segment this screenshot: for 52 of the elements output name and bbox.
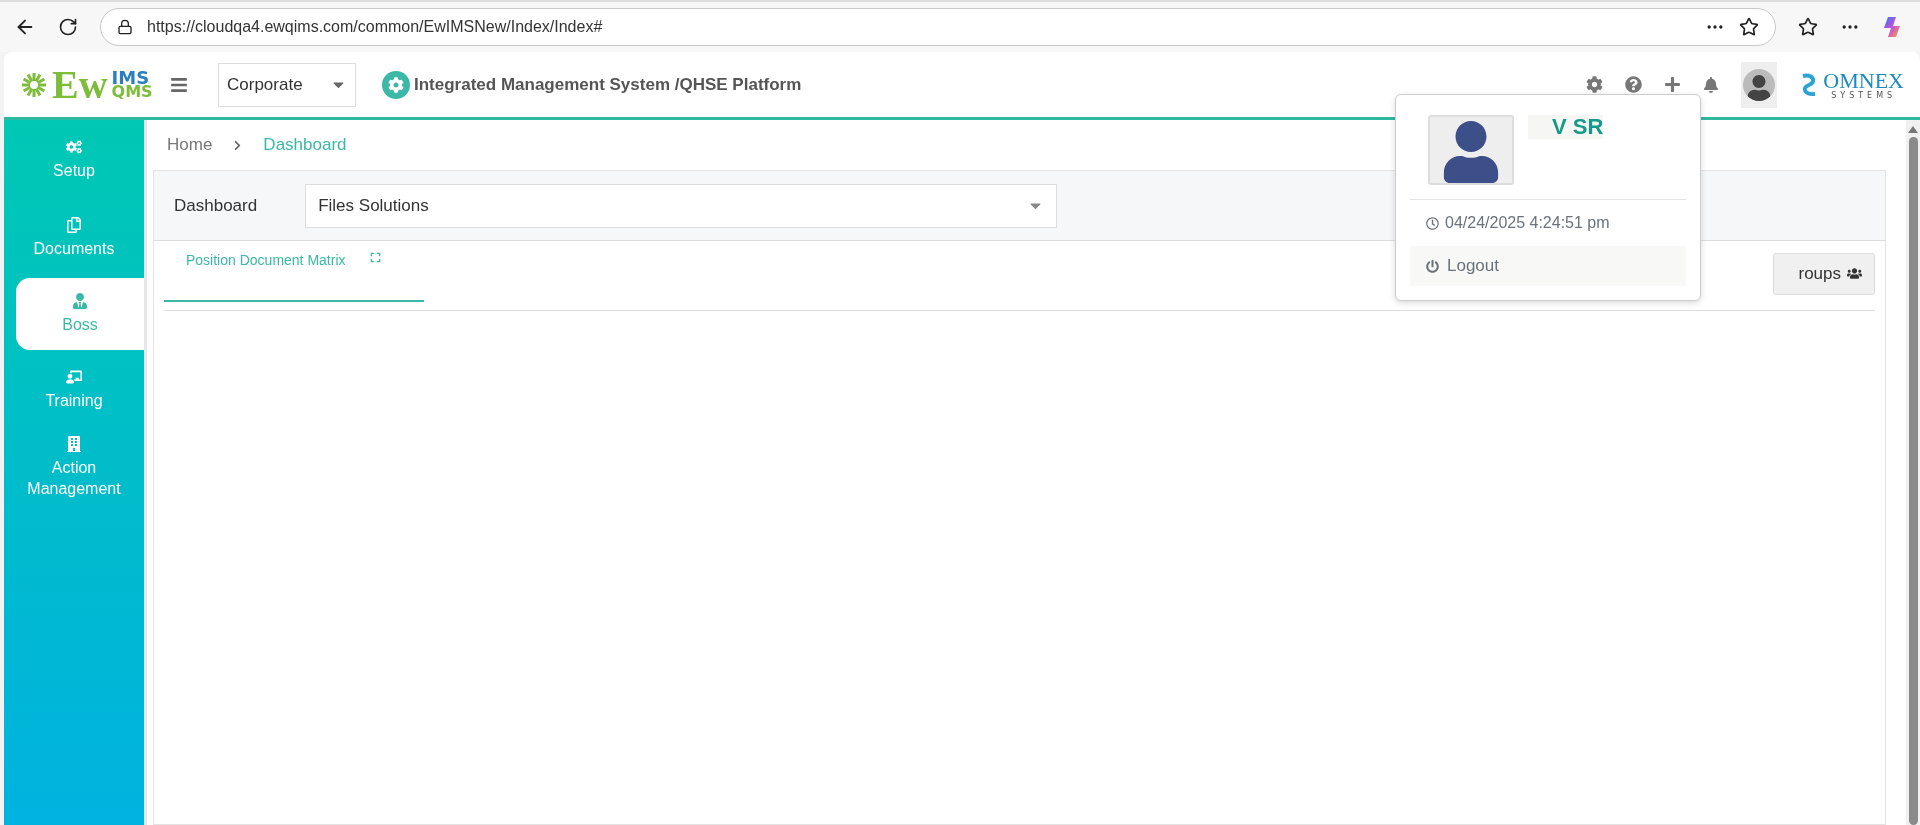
expand-icon bbox=[369, 252, 381, 263]
sidebar-label: Boss bbox=[62, 314, 98, 335]
dashboard-select[interactable]: Files Solutions bbox=[305, 183, 1058, 228]
sun-burst-icon bbox=[20, 70, 48, 99]
logo-text: Ew bbox=[52, 61, 108, 108]
sidebar-item[interactable]: Action Management bbox=[4, 430, 144, 506]
sidebar-label: Action Management bbox=[26, 458, 122, 499]
app-title: Integrated Management System /QHSE Platform bbox=[414, 74, 802, 95]
sidebar-item[interactable]: Training bbox=[4, 352, 144, 428]
sidebar-item[interactable]: Documents bbox=[4, 200, 144, 276]
gear-icon bbox=[382, 70, 410, 99]
favorites-icon[interactable] bbox=[1798, 17, 1818, 37]
breadcrumb-link[interactable]: Dashboard bbox=[263, 135, 347, 155]
plus-icon[interactable] bbox=[1664, 76, 1682, 93]
login-time: 04/24/2025 4:24:51 pm bbox=[1445, 214, 1610, 232]
brand-name: OMNEX bbox=[1823, 69, 1904, 92]
clock-icon bbox=[1426, 216, 1439, 230]
address-bar[interactable]: https://cloudqa4.ewqims.com/common/EwIMSNew/Index/Index# bbox=[100, 8, 1776, 46]
lock-icon[interactable] bbox=[117, 19, 133, 35]
scrollbar[interactable] bbox=[1906, 120, 1920, 825]
tab[interactable]: Position Document Matrix bbox=[164, 242, 424, 302]
copy-icon bbox=[66, 216, 82, 233]
gears-icon bbox=[66, 138, 82, 155]
power-icon bbox=[1426, 259, 1439, 273]
settings-icon[interactable] bbox=[1586, 76, 1604, 93]
person-tie-icon bbox=[72, 292, 88, 309]
logout-button[interactable]: Logout bbox=[1410, 246, 1686, 286]
sidebar-item[interactable]: Setup bbox=[4, 122, 144, 198]
reload-icon[interactable] bbox=[58, 17, 78, 37]
star-icon[interactable] bbox=[1739, 17, 1759, 37]
bell-icon[interactable] bbox=[1703, 76, 1720, 93]
groups-button[interactable]: roups bbox=[1773, 252, 1875, 295]
sidebar-label: Training bbox=[45, 390, 103, 411]
dashboard-label: Dashboard bbox=[174, 195, 258, 216]
teacher-board-icon bbox=[66, 368, 82, 385]
url-text: https://cloudqa4.ewqims.com/common/EwIMSNew/Index/Index# bbox=[147, 18, 604, 36]
building-icon bbox=[66, 436, 82, 453]
site-select[interactable]: Corporate bbox=[218, 62, 356, 107]
menu-icon[interactable] bbox=[170, 75, 188, 94]
user-name: V SR bbox=[1528, 115, 1604, 139]
user-avatar-button[interactable] bbox=[1741, 61, 1778, 108]
logo-superscript: IMS bbox=[111, 70, 150, 85]
help-icon[interactable] bbox=[1625, 76, 1643, 93]
users-icon bbox=[1847, 266, 1862, 281]
sidebar-item[interactable]: Boss bbox=[16, 278, 144, 350]
brand-subtitle: SYSTEMS bbox=[1831, 91, 1897, 100]
logo-subscript: QMS bbox=[111, 84, 153, 99]
avatar-icon bbox=[1743, 68, 1776, 101]
breadcrumb-link[interactable]: Home bbox=[167, 135, 213, 155]
sidebar-label: Documents bbox=[33, 238, 115, 259]
sidebar-label: Setup bbox=[53, 160, 95, 181]
scroll-up-icon[interactable] bbox=[1908, 126, 1918, 133]
